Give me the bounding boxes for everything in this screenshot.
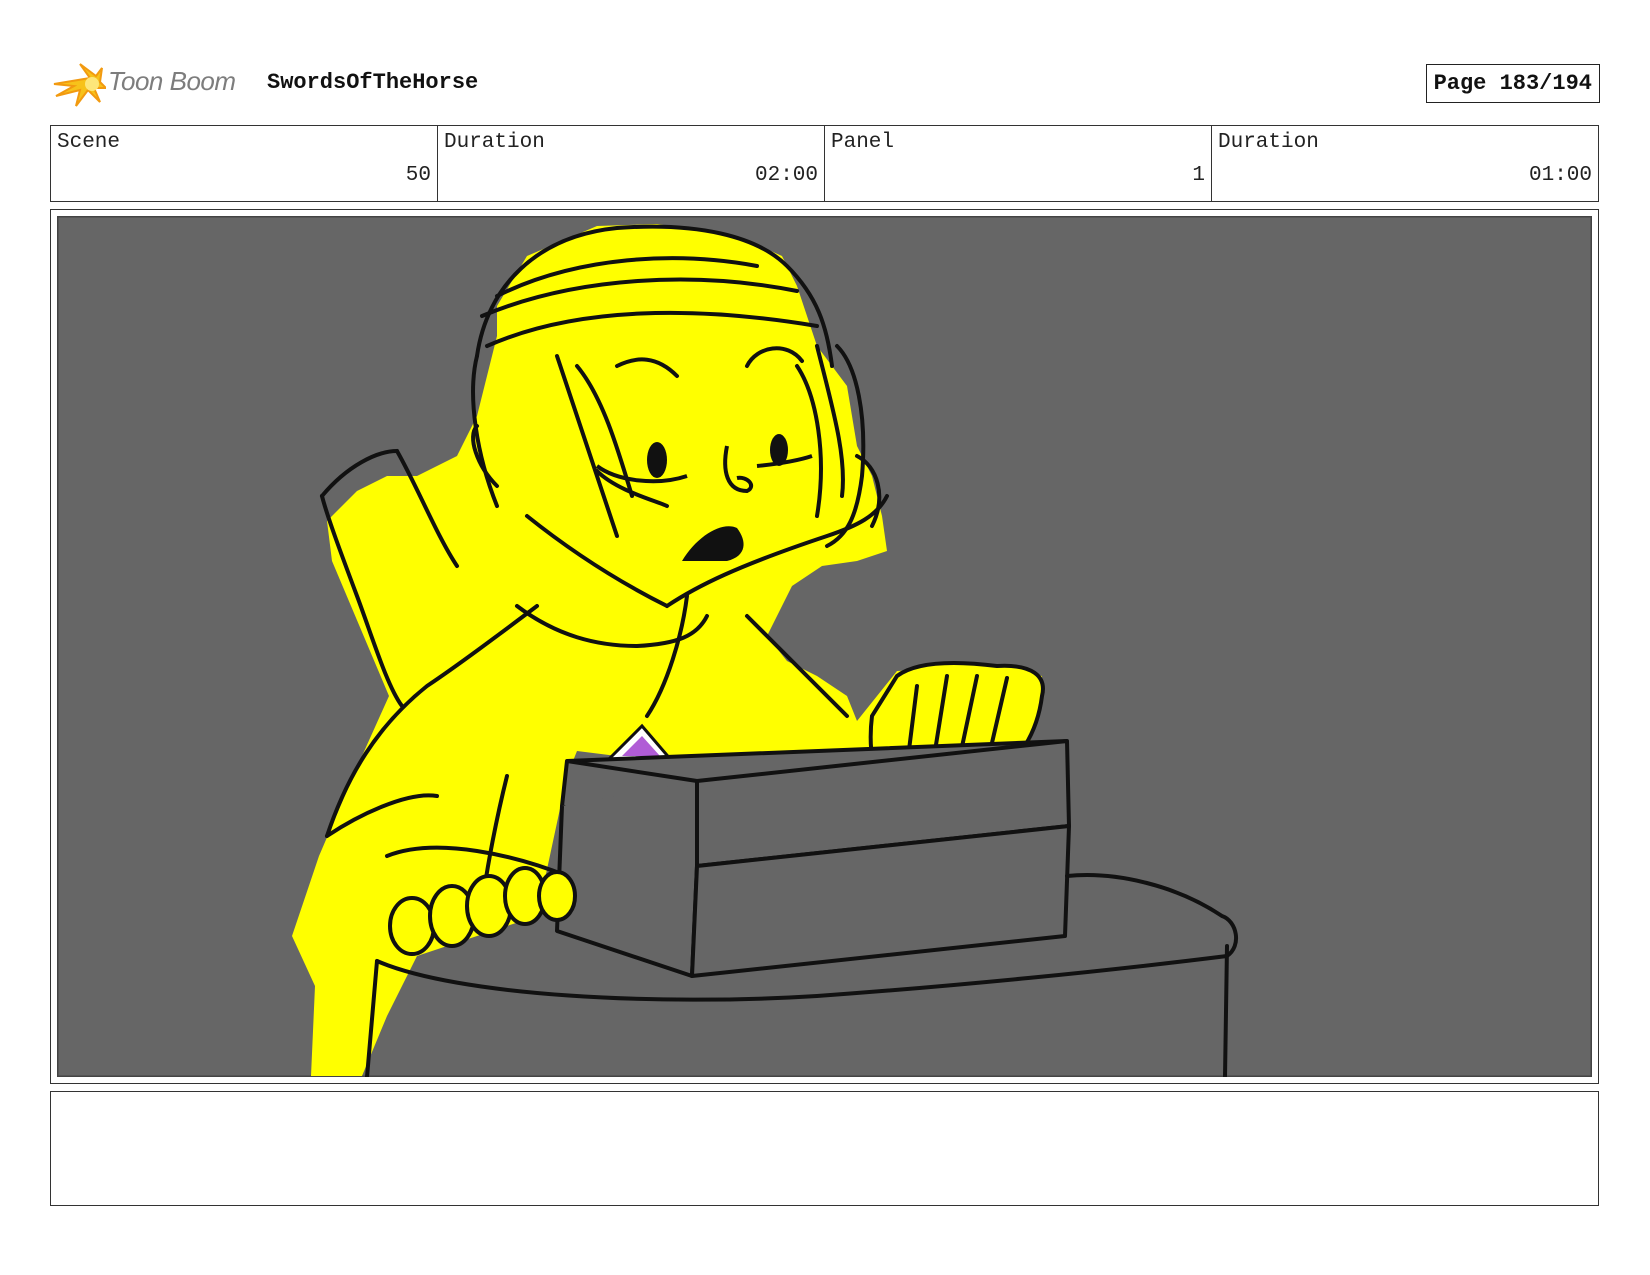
scene-cell: Scene 50 bbox=[51, 126, 438, 201]
panel-duration-label: Duration bbox=[1218, 131, 1319, 154]
panel-drawing bbox=[57, 216, 1592, 1077]
scene-value: 50 bbox=[405, 164, 431, 187]
panel-caption-box bbox=[50, 1091, 1599, 1206]
panel-cell: Panel 1 bbox=[825, 126, 1212, 201]
page-number: Page 183/194 bbox=[1425, 64, 1600, 103]
storyboard-panel bbox=[50, 209, 1599, 1084]
panel-duration-cell: Duration 01:00 bbox=[1212, 126, 1598, 201]
scene-duration-value: 02:00 bbox=[754, 164, 818, 187]
starburst-icon bbox=[53, 63, 106, 107]
panel-label: Panel bbox=[831, 131, 895, 154]
sketch-illustration bbox=[57, 216, 1592, 1077]
header: Toon Boom SwordsOfTheHorse Page 183/194 bbox=[50, 56, 1600, 112]
scene-info-table: Scene 50 Duration 02:00 Panel 1 Duration… bbox=[50, 125, 1599, 202]
scene-duration-label: Duration bbox=[444, 131, 545, 154]
scene-duration-cell: Duration 02:00 bbox=[438, 126, 825, 201]
logo-text: Toon Boom bbox=[108, 66, 236, 96]
scene-label: Scene bbox=[57, 131, 121, 154]
panel-duration-value: 01:00 bbox=[1528, 164, 1592, 187]
panel-value: 1 bbox=[1192, 164, 1205, 187]
project-title: SwordsOfTheHorse bbox=[267, 70, 479, 95]
toon-boom-logo: Toon Boom bbox=[50, 56, 250, 112]
box bbox=[555, 739, 1071, 978]
